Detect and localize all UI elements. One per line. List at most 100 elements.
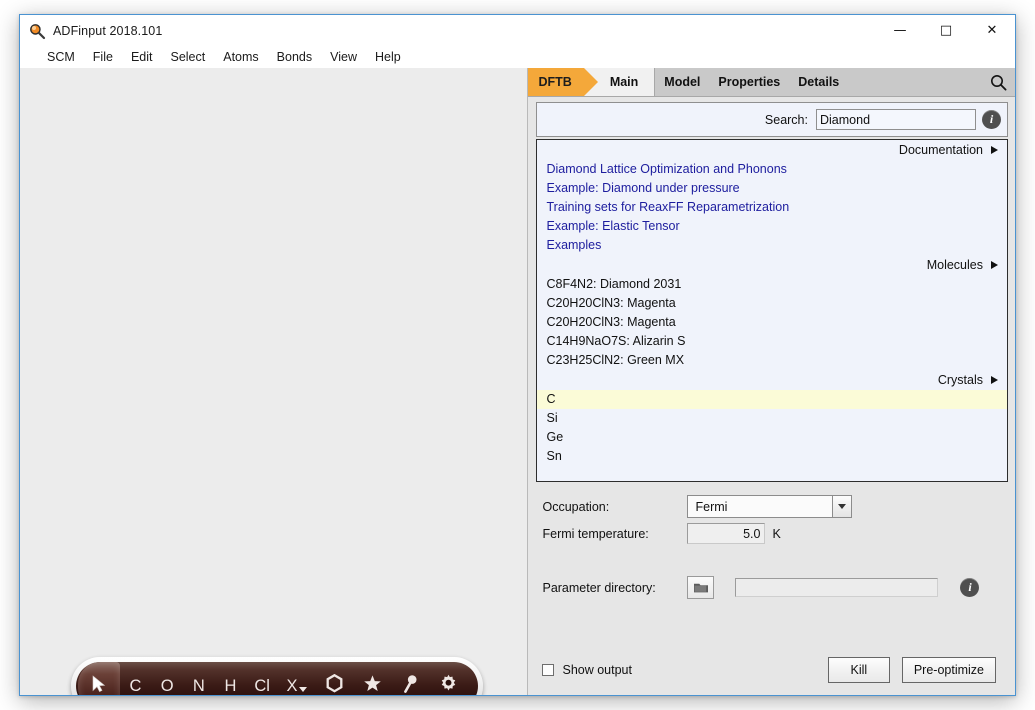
parameter-directory-info-icon[interactable]: i — [960, 578, 980, 597]
maximize-button[interactable]: □ — [923, 15, 969, 46]
menu-bar: SCM File Edit Select Atoms Bonds View He… — [20, 46, 1015, 68]
fermi-temperature-unit: K — [772, 526, 781, 541]
folder-icon[interactable] — [687, 576, 715, 599]
magnifier-icon — [28, 22, 46, 40]
menu-edit[interactable]: Edit — [122, 48, 162, 66]
result-item-selected[interactable]: C — [537, 390, 1007, 409]
result-item[interactable]: Ge — [537, 428, 1007, 447]
results-section-header-documentation[interactable]: Documentation — [537, 140, 1007, 160]
molecule-toolbar-inner: C O N H Cl X — [76, 662, 478, 696]
occupation-label: Occupation: — [542, 499, 610, 514]
close-icon: ✕ — [986, 23, 998, 38]
result-item[interactable]: Sn — [537, 447, 1007, 466]
chevron-down-icon[interactable] — [832, 496, 852, 517]
search-input[interactable] — [816, 109, 976, 130]
element-h-tool[interactable]: H — [215, 662, 247, 695]
star-icon — [363, 674, 382, 695]
menu-view[interactable]: View — [321, 48, 366, 66]
result-item[interactable]: Examples — [537, 236, 1007, 255]
section-label: Documentation — [898, 143, 983, 157]
element-c-label: C — [129, 676, 142, 695]
menu-help[interactable]: Help — [366, 48, 410, 66]
menu-atoms[interactable]: Atoms — [214, 48, 267, 66]
close-button[interactable]: ✕ — [969, 15, 1015, 46]
gear-icon — [439, 674, 458, 695]
hexagon-icon — [326, 673, 343, 695]
search-bar: Search: i — [536, 102, 1008, 137]
result-item[interactable]: C23H25ClN2: Green MX — [537, 351, 1007, 370]
fermi-temperature-row: Fermi temperature: K — [528, 520, 1015, 547]
element-cl-tool[interactable]: Cl — [246, 662, 278, 695]
result-item[interactable]: C20H20ClN3: Magenta — [537, 294, 1007, 313]
menu-scm[interactable]: SCM — [38, 48, 84, 66]
settings-panel: DFTB Main Model Properties Details Searc… — [528, 68, 1015, 695]
pin-tool[interactable] — [392, 662, 430, 696]
search-info-icon[interactable]: i — [982, 110, 1001, 129]
action-bar: Show output Kill Pre-optimize — [528, 655, 1015, 685]
tab-engine-dftb[interactable]: DFTB — [528, 68, 599, 96]
results-section-header-molecules[interactable]: Molecules — [537, 255, 1007, 275]
result-item[interactable]: Example: Diamond under pressure — [537, 179, 1007, 198]
chevron-right-icon — [991, 146, 998, 154]
search-icon[interactable] — [981, 68, 1015, 96]
search-results-list[interactable]: Documentation Diamond Lattice Optimizati… — [536, 139, 1008, 482]
element-other-tool[interactable]: X — [278, 662, 316, 695]
element-h-label: H — [224, 676, 237, 695]
section-label: Molecules — [926, 258, 983, 272]
menu-select[interactable]: Select — [161, 48, 214, 66]
favorite-tool[interactable] — [354, 662, 392, 695]
minimize-button[interactable]: — — [877, 15, 923, 46]
window-controls: — □ ✕ — [877, 15, 1015, 46]
show-output-label: Show output — [562, 663, 632, 677]
kill-button[interactable]: Kill — [827, 657, 890, 683]
menu-bonds[interactable]: Bonds — [268, 48, 321, 66]
element-c-tool[interactable]: C — [120, 662, 152, 695]
select-cursor-tool[interactable] — [78, 662, 120, 696]
section-label: Crystals — [937, 373, 983, 387]
element-o-label: O — [160, 676, 174, 695]
element-other-label: X — [286, 676, 298, 695]
result-item[interactable]: C8F4N2: Diamond 2031 — [537, 275, 1007, 294]
result-item[interactable]: Si — [537, 409, 1007, 428]
fermi-temperature-input[interactable] — [687, 523, 766, 544]
pre-optimize-button[interactable]: Pre-optimize — [901, 657, 996, 683]
result-item[interactable]: C14H9NaO7S: Alizarin S — [537, 332, 1007, 351]
occupation-value: Fermi — [695, 499, 728, 514]
cursor-arrow-icon — [91, 674, 106, 696]
ring-tool[interactable] — [316, 662, 354, 695]
result-item[interactable]: C20H20ClN3: Magenta — [537, 313, 1007, 332]
occupation-row: Occupation: Fermi — [528, 493, 1015, 520]
tab-model[interactable]: Model — [655, 68, 709, 96]
result-item[interactable]: Diamond Lattice Optimization and Phonons — [537, 160, 1007, 179]
tab-bar: DFTB Main Model Properties Details — [528, 68, 1015, 97]
results-section-header-crystals[interactable]: Crystals — [537, 370, 1007, 390]
molecule-canvas[interactable]: C O N H Cl X — [20, 68, 529, 696]
parameter-directory-row: Parameter directory: i — [528, 574, 1015, 601]
window-body: C O N H Cl X DFTB Main Model Properties … — [20, 68, 1015, 696]
settings-tool[interactable] — [430, 662, 468, 695]
chevron-right-icon — [991, 261, 998, 269]
result-item[interactable]: Example: Elastic Tensor — [537, 217, 1007, 236]
tab-properties[interactable]: Properties — [709, 68, 789, 96]
chevron-right-icon — [991, 376, 998, 384]
pin-icon — [402, 674, 419, 696]
search-label: Search: — [764, 112, 808, 127]
maximize-icon: □ — [939, 23, 953, 38]
window-title: ADFinput 2018.101 — [53, 23, 163, 38]
element-o-tool[interactable]: O — [151, 662, 183, 695]
parameter-directory-input[interactable] — [735, 578, 939, 597]
element-cl-label: Cl — [254, 676, 270, 695]
result-item[interactable]: Training sets for ReaxFF Reparametrizati… — [537, 198, 1007, 217]
application-window: ADFinput 2018.101 — □ ✕ SCM File Edit Se… — [19, 14, 1016, 696]
element-n-label: N — [192, 676, 205, 695]
minimize-icon: — — [893, 23, 907, 38]
molecule-toolbar: C O N H Cl X — [71, 657, 483, 696]
fermi-temperature-label: Fermi temperature: — [542, 526, 649, 541]
menu-file[interactable]: File — [84, 48, 122, 66]
occupation-select[interactable]: Fermi — [687, 495, 853, 518]
caret-down-icon — [299, 687, 308, 692]
tab-details[interactable]: Details — [789, 68, 848, 96]
desktop-background: ADFinput 2018.101 — □ ✕ SCM File Edit Se… — [0, 0, 1035, 710]
element-n-tool[interactable]: N — [183, 662, 215, 695]
show-output-checkbox[interactable] — [542, 664, 555, 676]
